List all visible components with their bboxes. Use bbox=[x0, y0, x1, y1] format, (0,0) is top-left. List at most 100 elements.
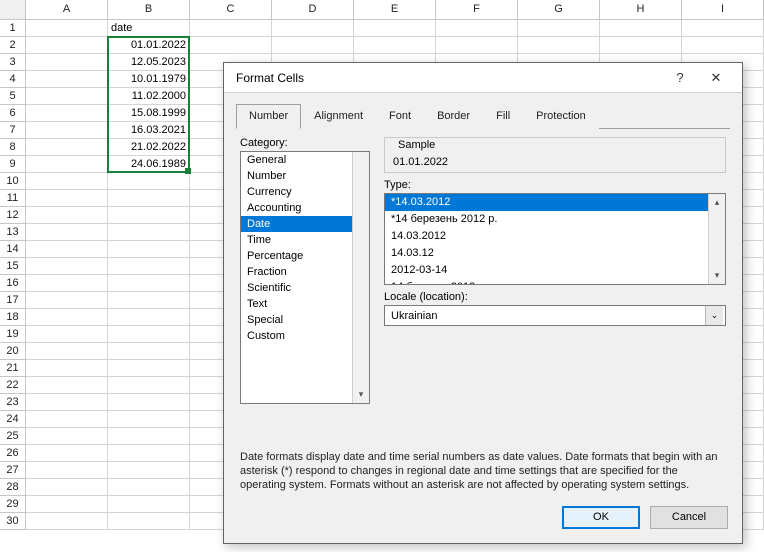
row-header[interactable]: 8 bbox=[0, 139, 26, 156]
locale-dropdown[interactable]: Ukrainian ⌄ bbox=[384, 305, 726, 326]
cell-G2[interactable] bbox=[518, 37, 600, 54]
category-item[interactable]: Fraction bbox=[241, 264, 369, 280]
cancel-button[interactable]: Cancel bbox=[650, 506, 728, 529]
cell-B22[interactable] bbox=[108, 377, 190, 394]
cell-A27[interactable] bbox=[26, 462, 108, 479]
cell-E1[interactable] bbox=[354, 20, 436, 37]
row-header[interactable]: 2 bbox=[0, 37, 26, 54]
cell-A10[interactable] bbox=[26, 173, 108, 190]
scroll-down-icon[interactable]: ▾ bbox=[715, 267, 720, 284]
category-item[interactable]: Scientific bbox=[241, 280, 369, 296]
cell-A28[interactable] bbox=[26, 479, 108, 496]
cell-A18[interactable] bbox=[26, 309, 108, 326]
cell-A19[interactable] bbox=[26, 326, 108, 343]
cell-B20[interactable] bbox=[108, 343, 190, 360]
cell-B28[interactable] bbox=[108, 479, 190, 496]
row-header[interactable]: 5 bbox=[0, 88, 26, 105]
tab-font[interactable]: Font bbox=[376, 104, 424, 129]
type-item[interactable]: 14 березня 2012 р. bbox=[385, 279, 725, 285]
category-item[interactable]: Special bbox=[241, 312, 369, 328]
cell-A7[interactable] bbox=[26, 122, 108, 139]
cell-A1[interactable] bbox=[26, 20, 108, 37]
row-header[interactable]: 3 bbox=[0, 54, 26, 71]
cell-B26[interactable] bbox=[108, 445, 190, 462]
scrollbar[interactable]: ▾ bbox=[352, 152, 369, 403]
cell-A17[interactable] bbox=[26, 292, 108, 309]
type-item[interactable]: 2012-03-14 bbox=[385, 262, 725, 279]
row-header[interactable]: 1 bbox=[0, 20, 26, 37]
category-item[interactable]: Percentage bbox=[241, 248, 369, 264]
cell-B14[interactable] bbox=[108, 241, 190, 258]
cell-A24[interactable] bbox=[26, 411, 108, 428]
category-item[interactable]: Time bbox=[241, 232, 369, 248]
tab-alignment[interactable]: Alignment bbox=[301, 104, 376, 129]
row-header[interactable]: 19 bbox=[0, 326, 26, 343]
cell-F2[interactable] bbox=[436, 37, 518, 54]
cell-B25[interactable] bbox=[108, 428, 190, 445]
cell-C2[interactable] bbox=[190, 37, 272, 54]
category-item[interactable]: Accounting bbox=[241, 200, 369, 216]
cell-A6[interactable] bbox=[26, 105, 108, 122]
ok-button[interactable]: OK bbox=[562, 506, 640, 529]
column-header-G[interactable]: G bbox=[518, 0, 600, 19]
close-button[interactable]: ✕ bbox=[698, 70, 734, 86]
cell-H2[interactable] bbox=[600, 37, 682, 54]
cell-A29[interactable] bbox=[26, 496, 108, 513]
cell-B27[interactable] bbox=[108, 462, 190, 479]
cell-B8[interactable]: 21.02.2022 bbox=[108, 139, 190, 156]
row-header[interactable]: 4 bbox=[0, 71, 26, 88]
cell-F1[interactable] bbox=[436, 20, 518, 37]
row-header[interactable]: 18 bbox=[0, 309, 26, 326]
row-header[interactable]: 23 bbox=[0, 394, 26, 411]
cell-A5[interactable] bbox=[26, 88, 108, 105]
cell-B11[interactable] bbox=[108, 190, 190, 207]
cell-B2[interactable]: 01.01.2022 bbox=[108, 37, 190, 54]
category-listbox[interactable]: GeneralNumberCurrencyAccountingDateTimeP… bbox=[240, 151, 370, 404]
cell-B19[interactable] bbox=[108, 326, 190, 343]
row-header[interactable]: 26 bbox=[0, 445, 26, 462]
scrollbar[interactable]: ▴ ▾ bbox=[708, 194, 725, 284]
cell-B17[interactable] bbox=[108, 292, 190, 309]
cell-B9[interactable]: 24.06.1989 bbox=[108, 156, 190, 173]
row-header[interactable]: 27 bbox=[0, 462, 26, 479]
cell-B4[interactable]: 10.01.1979 bbox=[108, 71, 190, 88]
row-header[interactable]: 7 bbox=[0, 122, 26, 139]
category-item[interactable]: Currency bbox=[241, 184, 369, 200]
type-item[interactable]: 14.03.12 bbox=[385, 245, 725, 262]
cell-A20[interactable] bbox=[26, 343, 108, 360]
cell-B21[interactable] bbox=[108, 360, 190, 377]
row-header[interactable]: 10 bbox=[0, 173, 26, 190]
column-header-F[interactable]: F bbox=[436, 0, 518, 19]
category-item[interactable]: Number bbox=[241, 168, 369, 184]
row-header[interactable]: 13 bbox=[0, 224, 26, 241]
cell-B15[interactable] bbox=[108, 258, 190, 275]
cell-I1[interactable] bbox=[682, 20, 764, 37]
cell-D2[interactable] bbox=[272, 37, 354, 54]
row-header[interactable]: 11 bbox=[0, 190, 26, 207]
cell-B18[interactable] bbox=[108, 309, 190, 326]
column-header-H[interactable]: H bbox=[600, 0, 682, 19]
cell-B29[interactable] bbox=[108, 496, 190, 513]
cell-A23[interactable] bbox=[26, 394, 108, 411]
category-item[interactable]: Custom bbox=[241, 328, 369, 344]
row-header[interactable]: 16 bbox=[0, 275, 26, 292]
column-header-B[interactable]: B bbox=[108, 0, 190, 19]
type-item[interactable]: *14.03.2012 bbox=[385, 194, 725, 211]
cell-A4[interactable] bbox=[26, 71, 108, 88]
category-item[interactable]: Text bbox=[241, 296, 369, 312]
tab-fill[interactable]: Fill bbox=[483, 104, 523, 129]
scroll-down-icon[interactable]: ▾ bbox=[359, 386, 364, 403]
type-listbox[interactable]: *14.03.2012*14 березень 2012 р.14.03.201… bbox=[384, 193, 726, 285]
cell-B30[interactable] bbox=[108, 513, 190, 530]
cell-A25[interactable] bbox=[26, 428, 108, 445]
cell-B5[interactable]: 11.02.2000 bbox=[108, 88, 190, 105]
row-header[interactable]: 12 bbox=[0, 207, 26, 224]
category-item[interactable]: General bbox=[241, 152, 369, 168]
row-header[interactable]: 30 bbox=[0, 513, 26, 530]
cell-B6[interactable]: 15.08.1999 bbox=[108, 105, 190, 122]
cell-A30[interactable] bbox=[26, 513, 108, 530]
row-header[interactable]: 22 bbox=[0, 377, 26, 394]
cell-B23[interactable] bbox=[108, 394, 190, 411]
row-header[interactable]: 25 bbox=[0, 428, 26, 445]
cell-I2[interactable] bbox=[682, 37, 764, 54]
